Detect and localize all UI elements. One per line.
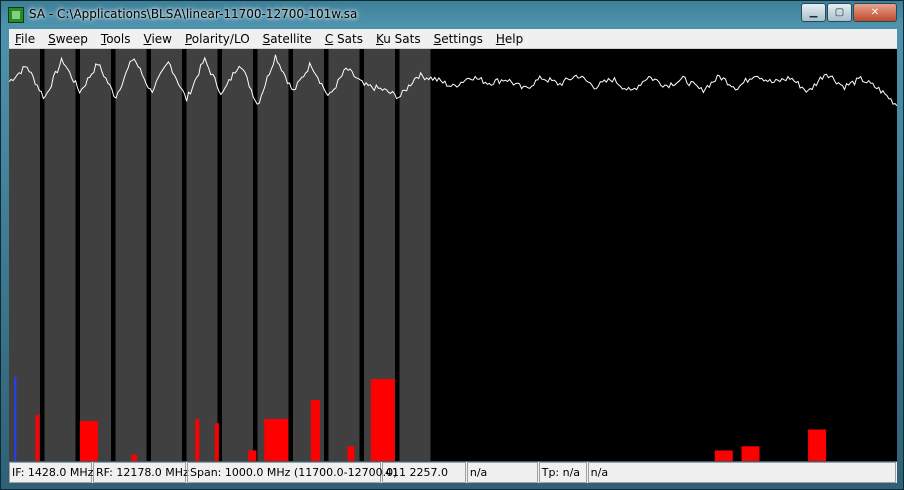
- spectrum-chart[interactable]: [9, 49, 897, 461]
- spectrum-plot[interactable]: [9, 49, 897, 461]
- menu-settings[interactable]: Settings: [428, 29, 490, 49]
- menu-c-sats[interactable]: C Sats: [319, 29, 370, 49]
- channel-band: [293, 49, 324, 461]
- close-icon: ✕: [870, 7, 880, 18]
- channel-band: [399, 49, 431, 461]
- channel-band: [115, 49, 147, 461]
- status-if: IF: 1428.0 MHz: [9, 462, 93, 483]
- menu-ku-sats[interactable]: Ku Sats: [370, 29, 428, 49]
- channel-band: [44, 49, 76, 461]
- status-rf: RF: 12178.0 MHz: [93, 462, 189, 483]
- menu-tools[interactable]: Tools: [95, 29, 138, 49]
- menu-satellite[interactable]: Satellite: [257, 29, 319, 49]
- minimize-button[interactable]: ▁: [801, 3, 826, 22]
- signal-bar: [214, 423, 219, 461]
- close-button[interactable]: ✕: [853, 3, 897, 22]
- minimize-icon: ▁: [809, 7, 818, 18]
- status-cursor: 411 2257.0: [382, 462, 466, 483]
- window-controls: ▁ ▢ ✕: [800, 3, 897, 22]
- menu-file[interactable]: File: [9, 29, 42, 49]
- channel-band: [9, 49, 40, 461]
- signal-bar: [195, 419, 200, 461]
- signal-bar: [370, 379, 395, 461]
- signal-bar: [131, 454, 138, 461]
- channel-band: [257, 49, 289, 461]
- status-span: Span: 1000.0 MHz (11700.0-12700.0): [187, 462, 397, 483]
- menu-help[interactable]: Help: [490, 29, 530, 49]
- signal-bar: [35, 414, 40, 461]
- signal-bar: [347, 446, 355, 461]
- menu-polarity-lo[interactable]: Polarity/LO: [179, 29, 257, 49]
- marker-line: [14, 377, 17, 461]
- channel-band: [222, 49, 253, 461]
- status-na-1: n/a: [466, 462, 538, 483]
- app-icon[interactable]: [8, 7, 24, 23]
- signal-bar: [808, 429, 827, 461]
- signal-bar: [714, 450, 733, 461]
- menu-sweep[interactable]: Sweep: [42, 29, 95, 49]
- signal-bar: [264, 419, 289, 461]
- signal-bar: [310, 400, 320, 461]
- window-title: SA - C:\Applications\BLSA\linear-11700-1…: [29, 7, 358, 21]
- signal-bar: [741, 446, 760, 461]
- status-na-2: n/a: [587, 462, 897, 483]
- maximize-button[interactable]: ▢: [827, 3, 852, 22]
- maximize-icon: ▢: [834, 7, 845, 18]
- status-bar: IF: 1428.0 MHz RF: 12178.0 MHz Span: 100…: [9, 462, 897, 483]
- app-window: SA - C:\Applications\BLSA\linear-11700-1…: [0, 0, 904, 490]
- menu-bar: File Sweep Tools View Polarity/LO Satell…: [9, 29, 897, 49]
- status-tp: Tp: n/a: [538, 462, 587, 483]
- channel-band: [328, 49, 360, 461]
- title-bar[interactable]: SA - C:\Applications\BLSA\linear-11700-1…: [1, 1, 903, 29]
- channel-band: [186, 49, 218, 461]
- signal-bar: [79, 421, 98, 461]
- channel-band: [151, 49, 182, 461]
- channel-band: [80, 49, 111, 461]
- menu-view[interactable]: View: [138, 29, 179, 49]
- signal-bar: [248, 450, 257, 461]
